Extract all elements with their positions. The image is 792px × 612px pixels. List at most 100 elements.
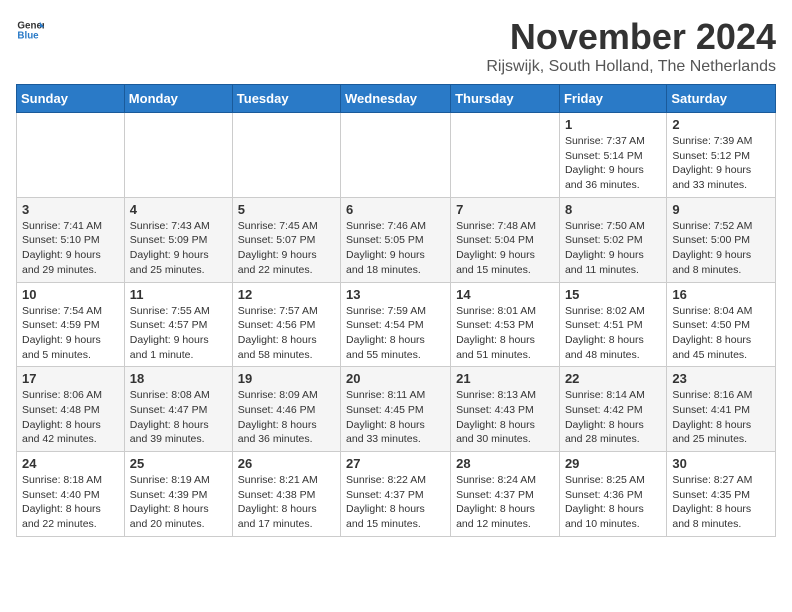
- calendar-day-cell: 1 Sunrise: 7:37 AM Sunset: 5:14 PM Daylig…: [559, 113, 666, 198]
- day-number: 23: [672, 371, 770, 386]
- day-number: 6: [346, 202, 445, 217]
- calendar-day-cell: 4 Sunrise: 7:43 AM Sunset: 5:09 PM Daylig…: [124, 197, 232, 282]
- calendar-day-cell: 5Sunrise: 7:45 AM Sunset: 5:07 PM Daylig…: [232, 197, 340, 282]
- weekday-header-cell: Saturday: [667, 85, 776, 113]
- calendar-day-cell: 29 Sunrise: 8:25 AM Sunset: 4:36 PM Dayli…: [559, 452, 666, 537]
- calendar-day-cell: [17, 113, 125, 198]
- day-number: 19: [238, 371, 335, 386]
- calendar-day-cell: [451, 113, 560, 198]
- day-info: Sunrise: 8:24 AM Sunset: 4:37 PM Dayligh…: [456, 473, 554, 532]
- day-info: Sunrise: 7:46 AM Sunset: 5:05 PM Dayligh…: [346, 219, 445, 278]
- calendar-day-cell: 10 Sunrise: 7:54 AM Sunset: 4:59 PM Dayli…: [17, 282, 125, 367]
- calendar-day-cell: [124, 113, 232, 198]
- calendar-day-cell: 12Sunrise: 7:57 AM Sunset: 4:56 PM Dayli…: [232, 282, 340, 367]
- logo: General Blue: [16, 16, 44, 44]
- calendar-week-row: 24 Sunrise: 8:18 AM Sunset: 4:40 PM Dayli…: [17, 452, 776, 537]
- day-info: Sunrise: 8:11 AM Sunset: 4:45 PM Dayligh…: [346, 388, 445, 447]
- calendar-day-cell: 16Sunrise: 8:04 AM Sunset: 4:50 PM Dayli…: [667, 282, 776, 367]
- day-number: 28: [456, 456, 554, 471]
- day-info: Sunrise: 7:55 AM Sunset: 4:57 PM Dayligh…: [130, 304, 227, 363]
- calendar-day-cell: 11 Sunrise: 7:55 AM Sunset: 4:57 PM Dayli…: [124, 282, 232, 367]
- day-number: 3: [22, 202, 119, 217]
- calendar-day-cell: 14 Sunrise: 8:01 AM Sunset: 4:53 PM Dayli…: [451, 282, 560, 367]
- calendar-day-cell: 9Sunrise: 7:52 AM Sunset: 5:00 PM Daylig…: [667, 197, 776, 282]
- day-number: 20: [346, 371, 445, 386]
- calendar-day-cell: 28 Sunrise: 8:24 AM Sunset: 4:37 PM Dayli…: [451, 452, 560, 537]
- day-info: Sunrise: 8:09 AM Sunset: 4:46 PM Dayligh…: [238, 388, 335, 447]
- calendar-day-cell: 19 Sunrise: 8:09 AM Sunset: 4:46 PM Dayli…: [232, 367, 340, 452]
- day-info: Sunrise: 7:43 AM Sunset: 5:09 PM Dayligh…: [130, 219, 227, 278]
- calendar-day-cell: 21 Sunrise: 8:13 AM Sunset: 4:43 PM Dayli…: [451, 367, 560, 452]
- calendar-day-cell: 26Sunrise: 8:21 AM Sunset: 4:38 PM Dayli…: [232, 452, 340, 537]
- day-info: Sunrise: 7:45 AM Sunset: 5:07 PM Dayligh…: [238, 219, 335, 278]
- header: General Blue November 2024 Rijswijk, Sou…: [16, 16, 776, 76]
- day-info: Sunrise: 8:22 AM Sunset: 4:37 PM Dayligh…: [346, 473, 445, 532]
- day-info: Sunrise: 8:13 AM Sunset: 4:43 PM Dayligh…: [456, 388, 554, 447]
- day-info: Sunrise: 7:54 AM Sunset: 4:59 PM Dayligh…: [22, 304, 119, 363]
- weekday-header-cell: Monday: [124, 85, 232, 113]
- day-number: 16: [672, 287, 770, 302]
- calendar-week-row: 1 Sunrise: 7:37 AM Sunset: 5:14 PM Daylig…: [17, 113, 776, 198]
- calendar-day-cell: 25 Sunrise: 8:19 AM Sunset: 4:39 PM Dayli…: [124, 452, 232, 537]
- day-info: Sunrise: 7:37 AM Sunset: 5:14 PM Dayligh…: [565, 134, 661, 193]
- day-number: 7: [456, 202, 554, 217]
- day-info: Sunrise: 8:08 AM Sunset: 4:47 PM Dayligh…: [130, 388, 227, 447]
- calendar-day-cell: 17Sunrise: 8:06 AM Sunset: 4:48 PM Dayli…: [17, 367, 125, 452]
- calendar-day-cell: 7 Sunrise: 7:48 AM Sunset: 5:04 PM Daylig…: [451, 197, 560, 282]
- day-info: Sunrise: 8:02 AM Sunset: 4:51 PM Dayligh…: [565, 304, 661, 363]
- day-number: 18: [130, 371, 227, 386]
- day-info: Sunrise: 8:14 AM Sunset: 4:42 PM Dayligh…: [565, 388, 661, 447]
- calendar-day-cell: [232, 113, 340, 198]
- day-info: Sunrise: 8:16 AM Sunset: 4:41 PM Dayligh…: [672, 388, 770, 447]
- calendar-day-cell: 6 Sunrise: 7:46 AM Sunset: 5:05 PM Daylig…: [341, 197, 451, 282]
- calendar-week-row: 17Sunrise: 8:06 AM Sunset: 4:48 PM Dayli…: [17, 367, 776, 452]
- day-number: 4: [130, 202, 227, 217]
- calendar-body: 1 Sunrise: 7:37 AM Sunset: 5:14 PM Daylig…: [17, 113, 776, 537]
- month-title: November 2024: [486, 16, 776, 58]
- day-number: 27: [346, 456, 445, 471]
- calendar-day-cell: [341, 113, 451, 198]
- calendar-day-cell: 15 Sunrise: 8:02 AM Sunset: 4:51 PM Dayli…: [559, 282, 666, 367]
- weekday-header-cell: Friday: [559, 85, 666, 113]
- day-number: 24: [22, 456, 119, 471]
- day-number: 21: [456, 371, 554, 386]
- day-info: Sunrise: 8:21 AM Sunset: 4:38 PM Dayligh…: [238, 473, 335, 532]
- svg-text:Blue: Blue: [17, 30, 39, 41]
- day-number: 25: [130, 456, 227, 471]
- day-info: Sunrise: 7:41 AM Sunset: 5:10 PM Dayligh…: [22, 219, 119, 278]
- day-info: Sunrise: 8:18 AM Sunset: 4:40 PM Dayligh…: [22, 473, 119, 532]
- day-number: 11: [130, 287, 227, 302]
- logo-icon: General Blue: [16, 16, 44, 44]
- day-info: Sunrise: 7:50 AM Sunset: 5:02 PM Dayligh…: [565, 219, 661, 278]
- day-number: 15: [565, 287, 661, 302]
- weekday-header-cell: Tuesday: [232, 85, 340, 113]
- calendar-day-cell: 27 Sunrise: 8:22 AM Sunset: 4:37 PM Dayli…: [341, 452, 451, 537]
- day-info: Sunrise: 8:27 AM Sunset: 4:35 PM Dayligh…: [672, 473, 770, 532]
- calendar-table: SundayMondayTuesdayWednesdayThursdayFrid…: [16, 84, 776, 537]
- day-number: 30: [672, 456, 770, 471]
- weekday-header-cell: Sunday: [17, 85, 125, 113]
- title-area: November 2024 Rijswijk, South Holland, T…: [486, 16, 776, 76]
- day-info: Sunrise: 8:25 AM Sunset: 4:36 PM Dayligh…: [565, 473, 661, 532]
- day-number: 22: [565, 371, 661, 386]
- weekday-header-cell: Thursday: [451, 85, 560, 113]
- day-number: 29: [565, 456, 661, 471]
- day-info: Sunrise: 7:59 AM Sunset: 4:54 PM Dayligh…: [346, 304, 445, 363]
- day-info: Sunrise: 7:52 AM Sunset: 5:00 PM Dayligh…: [672, 219, 770, 278]
- calendar-day-cell: 24 Sunrise: 8:18 AM Sunset: 4:40 PM Dayli…: [17, 452, 125, 537]
- calendar-week-row: 10 Sunrise: 7:54 AM Sunset: 4:59 PM Dayli…: [17, 282, 776, 367]
- day-number: 17: [22, 371, 119, 386]
- day-number: 8: [565, 202, 661, 217]
- calendar-day-cell: 18 Sunrise: 8:08 AM Sunset: 4:47 PM Dayli…: [124, 367, 232, 452]
- day-number: 14: [456, 287, 554, 302]
- day-info: Sunrise: 7:57 AM Sunset: 4:56 PM Dayligh…: [238, 304, 335, 363]
- day-info: Sunrise: 8:01 AM Sunset: 4:53 PM Dayligh…: [456, 304, 554, 363]
- calendar-day-cell: 20 Sunrise: 8:11 AM Sunset: 4:45 PM Dayli…: [341, 367, 451, 452]
- day-info: Sunrise: 7:48 AM Sunset: 5:04 PM Dayligh…: [456, 219, 554, 278]
- calendar-day-cell: 3 Sunrise: 7:41 AM Sunset: 5:10 PM Daylig…: [17, 197, 125, 282]
- day-info: Sunrise: 8:19 AM Sunset: 4:39 PM Dayligh…: [130, 473, 227, 532]
- calendar-day-cell: 8 Sunrise: 7:50 AM Sunset: 5:02 PM Daylig…: [559, 197, 666, 282]
- day-number: 10: [22, 287, 119, 302]
- location-title: Rijswijk, South Holland, The Netherlands: [486, 58, 776, 76]
- day-number: 1: [565, 117, 661, 132]
